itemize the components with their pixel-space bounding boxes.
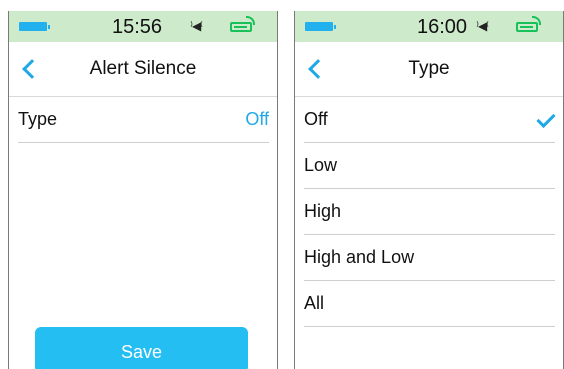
speaker-icon: ⁾◀︎⁽ bbox=[476, 19, 489, 33]
status-time: 15:56 bbox=[112, 16, 163, 38]
battery-signal-icon bbox=[516, 16, 541, 32]
status-bar: 15:56 ⁾◀︎⁽ bbox=[9, 11, 277, 42]
option-high-and-low[interactable]: High and Low bbox=[304, 235, 555, 281]
option-label: High and Low bbox=[304, 247, 415, 267]
option-high[interactable]: High bbox=[304, 189, 555, 235]
page-title: Alert Silence bbox=[89, 58, 197, 79]
battery-icon bbox=[305, 22, 336, 31]
speaker-icon: ⁾◀︎⁽ bbox=[190, 19, 203, 33]
status-bar: 16:00 ⁾◀︎⁽ bbox=[295, 11, 563, 42]
battery-icon bbox=[19, 22, 50, 31]
status-time: 16:00 bbox=[417, 16, 468, 38]
option-low[interactable]: Low bbox=[304, 143, 555, 189]
alert-silence-screen: 15:56 ⁾◀︎⁽ Alert Silence Type Off Save bbox=[8, 11, 278, 369]
option-all[interactable]: All bbox=[304, 281, 555, 327]
option-label: Low bbox=[304, 155, 338, 175]
save-button[interactable]: Save bbox=[35, 327, 248, 369]
option-label: High bbox=[304, 201, 342, 221]
type-screen: 16:00 ⁾◀︎⁽ Type Off Low High High and Lo… bbox=[294, 11, 564, 369]
checkmark-icon bbox=[536, 108, 556, 129]
type-value: Off bbox=[245, 109, 269, 129]
option-label: Off bbox=[304, 109, 328, 129]
type-row[interactable]: Type Off bbox=[18, 97, 269, 143]
type-label: Type bbox=[18, 109, 58, 129]
screen-header: Alert Silence bbox=[9, 42, 277, 97]
option-off[interactable]: Off bbox=[304, 97, 556, 143]
battery-signal-icon bbox=[230, 16, 255, 32]
screen-header: Type bbox=[295, 42, 563, 97]
option-label: All bbox=[304, 293, 325, 313]
page-title: Type bbox=[408, 58, 450, 79]
